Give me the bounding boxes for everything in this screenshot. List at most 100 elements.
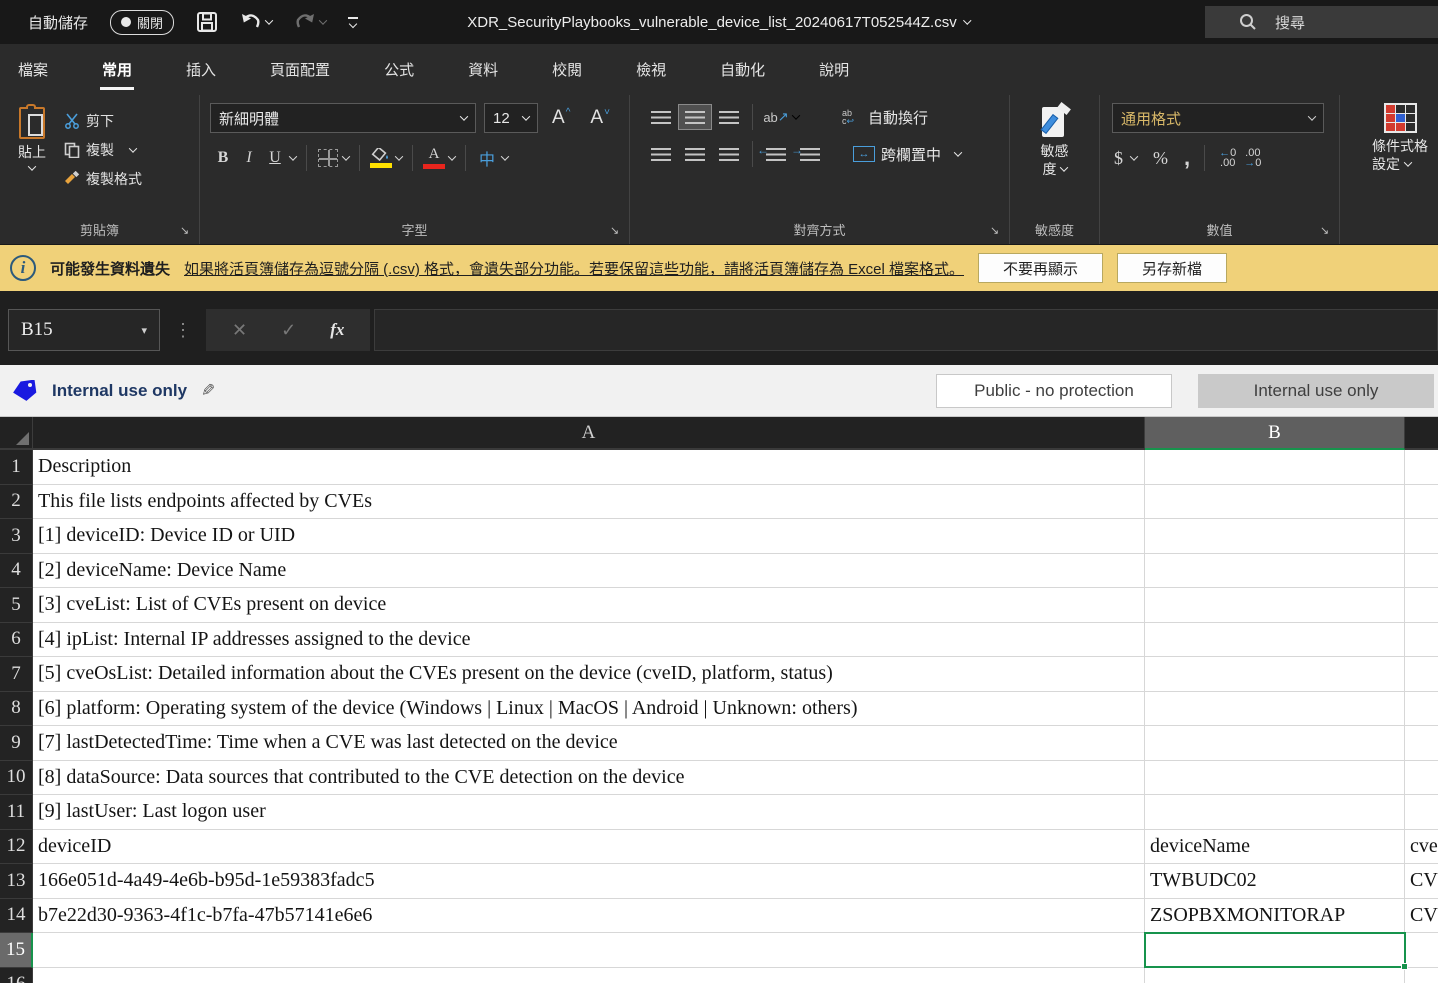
row-header-12[interactable]: 12 [0,830,33,865]
increase-indent-button[interactable]: → [793,141,827,167]
cell-C3[interactable] [1405,519,1438,554]
align-bottom-button[interactable] [712,104,746,130]
edit-sensitivity-icon[interactable]: ✎ [201,381,215,401]
align-right-button[interactable] [712,141,746,167]
undo-dropdown-icon[interactable] [265,16,273,24]
document-title[interactable]: XDR_SecurityPlaybooks_vulnerable_device_… [467,0,970,44]
ribbon-tab-7[interactable]: 檢視 [632,44,670,95]
merge-center-button[interactable]: ↔ 跨欄置中 [849,140,965,168]
undo-button[interactable] [240,13,272,31]
row-header-10[interactable]: 10 [0,761,33,796]
ribbon-tab-9[interactable]: 說明 [815,44,853,95]
cell-B5[interactable] [1145,588,1405,623]
cell-B8[interactable] [1145,692,1405,727]
ribbon-tab-8[interactable]: 自動化 [716,44,769,95]
title-dropdown-icon[interactable] [963,16,971,24]
cell-A14[interactable]: b7e22d30-9363-4f1c-b7fa-47b57141e6e6 [33,899,1145,934]
cell-C4[interactable] [1405,554,1438,589]
align-left-button[interactable] [644,141,678,167]
bold-button[interactable]: B [212,145,234,171]
number-format-select[interactable]: 通用格式 [1112,103,1324,133]
cell-C7[interactable] [1405,657,1438,692]
cell-A10[interactable]: [8] dataSource: Data sources that contri… [33,761,1145,796]
clipboard-dialog-launcher[interactable] [180,226,192,238]
phonetic-dropdown-icon[interactable] [501,152,509,160]
italic-button[interactable]: I [238,145,260,171]
sensitivity-option-internal[interactable]: Internal use only [1198,374,1434,408]
number-dialog-launcher[interactable] [1320,226,1332,238]
align-top-button[interactable] [644,104,678,130]
column-header-A[interactable]: A [33,417,1145,450]
cell-A16[interactable] [33,968,1145,983]
ribbon-tab-5[interactable]: 資料 [464,44,502,95]
cell-A15[interactable] [33,933,1145,968]
row-header-6[interactable]: 6 [0,623,33,658]
copy-button[interactable]: 複製 [64,138,142,162]
cell-B14[interactable]: ZSOPBXMONITORAP [1145,899,1405,934]
cell-C16[interactable] [1405,968,1438,983]
cut-button[interactable]: 剪下 [64,109,142,133]
cell-B1[interactable] [1145,450,1405,485]
comma-style-button[interactable]: , [1184,153,1190,163]
name-box-dropdown-icon[interactable]: ▾ [141,324,147,337]
ribbon-tab-3[interactable]: 頁面配置 [266,44,334,95]
cell-B16[interactable] [1145,968,1405,983]
row-header-1[interactable]: 1 [0,450,33,485]
ribbon-tab-2[interactable]: 插入 [182,44,220,95]
percent-button[interactable]: % [1153,148,1168,169]
customize-qat-button[interactable] [348,17,358,27]
phonetic-button[interactable]: 中 [476,145,498,171]
cell-C14[interactable]: CV [1405,899,1438,934]
decrease-font-button[interactable]: A˅ [584,107,616,129]
cell-B10[interactable] [1145,761,1405,796]
cell-A13[interactable]: 166e051d-4a49-4e6b-b95d-1e59383fadc5 [33,864,1145,899]
cell-A11[interactable]: [9] lastUser: Last logon user [33,795,1145,830]
fill-color-button[interactable] [370,145,392,171]
cell-C2[interactable] [1405,485,1438,520]
cell-C9[interactable] [1405,726,1438,761]
ribbon-tab-4[interactable]: 公式 [380,44,418,95]
merge-center-dropdown-icon[interactable] [954,148,962,156]
autosave-toggle[interactable]: 關閉 [110,10,174,35]
orientation-button[interactable]: ab↗ [759,104,793,130]
cancel-entry-icon[interactable]: ✕ [232,320,247,341]
increase-decimal-button[interactable]: ←0.00 [1219,148,1236,168]
column-header-B[interactable]: B [1145,417,1405,450]
row-header-8[interactable]: 8 [0,692,33,727]
ribbon-tab-6[interactable]: 校閱 [548,44,586,95]
save-as-button[interactable]: 另存新檔 [1117,253,1227,283]
row-header-2[interactable]: 2 [0,485,33,520]
cell-A2[interactable]: This file lists endpoints affected by CV… [33,485,1145,520]
cell-A6[interactable]: [4] ipList: Internal IP addresses assign… [33,623,1145,658]
sensitivity-option-public[interactable]: Public - no protection [936,374,1172,408]
borders-button[interactable] [317,145,339,171]
fill-color-dropdown-icon[interactable] [395,152,403,160]
cell-B6[interactable] [1145,623,1405,658]
wrap-text-button[interactable]: abc↩ 自動換行 [838,103,932,131]
row-header-4[interactable]: 4 [0,554,33,589]
orientation-dropdown-icon[interactable] [792,111,800,119]
font-dialog-launcher[interactable] [610,226,622,238]
underline-button[interactable]: U [264,145,286,171]
font-size-select[interactable]: 12 [484,103,538,133]
sensitivity-button[interactable]: 敏感 度 [1040,103,1070,178]
insert-function-button[interactable]: fx [330,320,344,340]
select-all-button[interactable] [0,417,33,450]
save-button[interactable] [196,11,218,33]
cell-C1[interactable] [1405,450,1438,485]
redo-button[interactable] [294,13,326,31]
cell-B11[interactable] [1145,795,1405,830]
cell-B12[interactable]: deviceName [1145,830,1405,865]
cell-B13[interactable]: TWBUDC02 [1145,864,1405,899]
alignment-dialog-launcher[interactable] [990,226,1002,238]
formula-bar-handle[interactable]: ⋮ [174,320,192,341]
row-header-14[interactable]: 14 [0,899,33,934]
cell-B15[interactable] [1145,933,1405,968]
cell-B2[interactable] [1145,485,1405,520]
cell-C10[interactable] [1405,761,1438,796]
currency-dropdown-icon[interactable] [1130,152,1138,160]
font-color-dropdown-icon[interactable] [448,152,456,160]
cell-A8[interactable]: [6] platform: Operating system of the de… [33,692,1145,727]
cell-A12[interactable]: deviceID [33,830,1145,865]
align-middle-button[interactable] [678,104,712,130]
